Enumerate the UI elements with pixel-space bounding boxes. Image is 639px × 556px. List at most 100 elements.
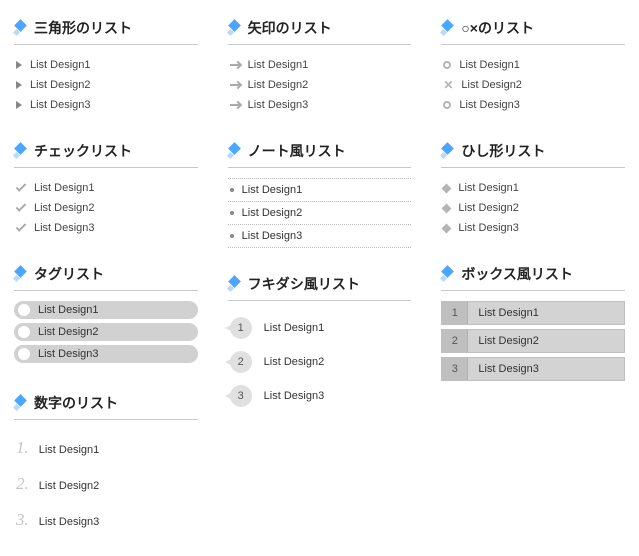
box-number: 3 — [442, 358, 468, 380]
box-number: 2 — [442, 330, 468, 352]
list: 1List Design1 2List Design2 3List Design… — [441, 301, 625, 381]
section-arrow: 矢印のリスト List Design1 List Design2 List De… — [228, 18, 412, 115]
dot-icon — [230, 211, 234, 215]
list-item: 3List Design3 — [228, 379, 412, 413]
heading-text: フキダシ風リスト — [248, 274, 360, 294]
heading: タグリスト — [14, 264, 198, 291]
list-item: List Design3 — [228, 225, 412, 248]
heading-text: ○×のリスト — [461, 18, 534, 38]
diamond-pair-icon — [228, 277, 242, 291]
list-item: List Design2 — [228, 75, 412, 95]
heading: 矢印のリスト — [228, 18, 412, 45]
check-icon — [16, 181, 27, 192]
diamond-pair-icon — [14, 396, 28, 410]
diamond-pair-icon — [441, 21, 455, 35]
list: List Design1 List Design2 List Design3 — [14, 178, 198, 238]
item-label: List Design1 — [458, 182, 519, 194]
item-label: List Design1 — [34, 182, 95, 194]
item-label: List Design2 — [34, 202, 95, 214]
section-triangle: 三角形のリスト List Design1 List Design2 List D… — [14, 18, 198, 115]
triangle-icon — [16, 101, 22, 109]
heading: 数字のリスト — [14, 393, 198, 420]
heading: ボックス風リスト — [441, 264, 625, 291]
heading: 三角形のリスト — [14, 18, 198, 45]
arrow-icon — [230, 104, 240, 106]
diamond-icon — [442, 223, 452, 233]
heading: ノート風リスト — [228, 141, 412, 168]
item-label: List Design1 — [459, 59, 520, 71]
diamond-icon — [442, 183, 452, 193]
column-2: 矢印のリスト List Design1 List Design2 List De… — [228, 18, 412, 538]
list-item: List Design3 — [14, 95, 198, 115]
diamond-pair-icon — [228, 144, 242, 158]
item-label: List Design3 — [242, 230, 303, 242]
list: List Design1 List Design2 List Design3 — [14, 301, 198, 363]
list: List Design1 List Design2 List Design3 — [228, 178, 412, 248]
item-label: List Design3 — [468, 358, 624, 380]
item-label: List Design3 — [458, 222, 519, 234]
section-ox: ○×のリスト List Design1 ✕List Design2 List D… — [441, 18, 625, 115]
circle-icon — [443, 101, 451, 109]
list-item: 3. List Design3 — [14, 502, 198, 538]
heading: ひし形リスト — [441, 141, 625, 168]
list-item: List Design2 — [14, 198, 198, 218]
box-number: 1 — [442, 302, 468, 324]
item-label: List Design2 — [458, 202, 519, 214]
item-label: List Design3 — [264, 390, 325, 402]
list-item: List Design3 — [14, 218, 198, 238]
list: 1. List Design1 2.List Design2 3. List Des… — [14, 430, 198, 538]
list-item: List Design1 — [441, 178, 625, 198]
dot-icon — [230, 234, 234, 238]
item-label: List Design2 — [264, 356, 325, 368]
item-label: List Design2 — [461, 79, 522, 91]
number-icon: 1. — [16, 438, 29, 458]
section-box: ボックス風リスト 1List Design1 2List Design2 3Li… — [441, 264, 625, 385]
heading-text: ボックス風リスト — [461, 264, 573, 284]
item-label: List Design1 — [248, 59, 309, 71]
list: 1 List Design1 2List Design2 3List Design… — [228, 311, 412, 413]
diamond-pair-icon — [14, 267, 28, 281]
item-label: List Design2 — [39, 480, 100, 492]
diamond-pair-icon — [441, 144, 455, 158]
list-item: List Design3 — [441, 95, 625, 115]
list-item: List Design2 — [441, 198, 625, 218]
tag-item: List Design1 — [14, 301, 198, 319]
list: List Design1 List Design2 List Design3 — [228, 55, 412, 115]
column-1: 三角形のリスト List Design1 List Design2 List D… — [14, 18, 198, 538]
item-label: List Design1 — [39, 444, 100, 456]
item-label: List Design2 — [38, 326, 99, 338]
heading-text: タグリスト — [34, 264, 104, 284]
arrow-icon — [230, 84, 240, 86]
triangle-icon — [16, 61, 22, 69]
list: List Design1 ✕List Design2 List Design3 — [441, 55, 625, 115]
box-item: 2List Design2 — [441, 329, 625, 353]
item-label: List Design1 — [264, 322, 325, 334]
list: List Design1 List Design2 List Design3 — [14, 55, 198, 115]
heading: チェックリスト — [14, 141, 198, 168]
section-diamond: ひし形リスト List Design1 List Design2 List De… — [441, 141, 625, 238]
heading-text: 数字のリスト — [34, 393, 118, 413]
list: List Design1 List Design2 List Design3 — [441, 178, 625, 238]
heading: フキダシ風リスト — [228, 274, 412, 301]
item-label: List Design3 — [39, 516, 100, 528]
section-bubble: フキダシ風リスト 1 List Design1 2List Design2 3Li… — [228, 274, 412, 413]
list-item: 2List Design2 — [228, 345, 412, 379]
section-tag: タグリスト List Design1 List Design2 List Des… — [14, 264, 198, 367]
list-item: List Design1 — [14, 178, 198, 198]
tag-item: List Design2 — [14, 323, 198, 341]
item-label: List Design2 — [242, 207, 303, 219]
item-label: List Design3 — [248, 99, 309, 111]
speech-bubble-icon: 1 — [230, 317, 252, 339]
section-number: 数字のリスト 1. List Design1 2.List Design2 3. L… — [14, 393, 198, 538]
number-icon: 3. — [16, 510, 29, 530]
heading-text: チェックリスト — [34, 141, 132, 161]
list-item: List Design2 — [228, 202, 412, 225]
item-label: List Design1 — [242, 184, 303, 196]
heading-text: 矢印のリスト — [248, 18, 332, 38]
list-item: List Design2 — [14, 75, 198, 95]
item-label: List Design1 — [38, 304, 99, 316]
list-item: 2.List Design2 — [14, 466, 198, 502]
item-label: List Design2 — [248, 79, 309, 91]
check-icon — [16, 201, 27, 212]
item-label: List Design3 — [459, 99, 520, 111]
